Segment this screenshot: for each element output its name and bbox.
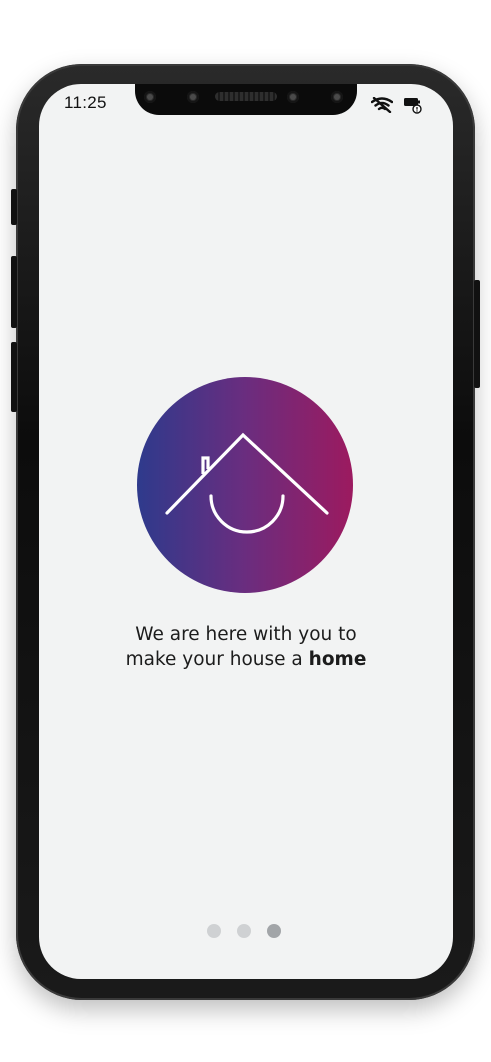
status-icons <box>370 96 423 118</box>
tagline-line-1: We are here with you to <box>135 624 357 645</box>
front-camera <box>287 91 299 103</box>
page-dot-1[interactable] <box>207 924 221 938</box>
tagline: We are here with you to make your house … <box>39 622 453 672</box>
page-dot-2[interactable] <box>237 924 251 938</box>
page-dot-3-active[interactable] <box>267 924 281 938</box>
page-indicator <box>207 924 281 938</box>
notch <box>135 84 357 115</box>
proximity-sensor <box>187 91 199 103</box>
volume-down-button <box>11 342 17 412</box>
sensor-right <box>331 91 343 103</box>
battery-alert-icon <box>403 96 423 118</box>
tagline-line-2-text: make your house a <box>125 649 309 670</box>
tagline-emphasis: home <box>308 649 367 670</box>
power-button <box>474 280 480 388</box>
mute-switch <box>11 189 17 225</box>
status-time: 11:25 <box>64 93 107 112</box>
house-smile-icon <box>165 432 329 534</box>
volume-up-button <box>11 256 17 328</box>
earpiece-speaker <box>215 92 277 101</box>
tagline-line-2: make your house a home <box>39 647 453 672</box>
app-screen: 11:25 We are here with you to make your … <box>39 84 453 979</box>
sensor-left <box>144 91 156 103</box>
wifi-off-icon <box>370 96 394 117</box>
app-logo <box>137 377 353 593</box>
